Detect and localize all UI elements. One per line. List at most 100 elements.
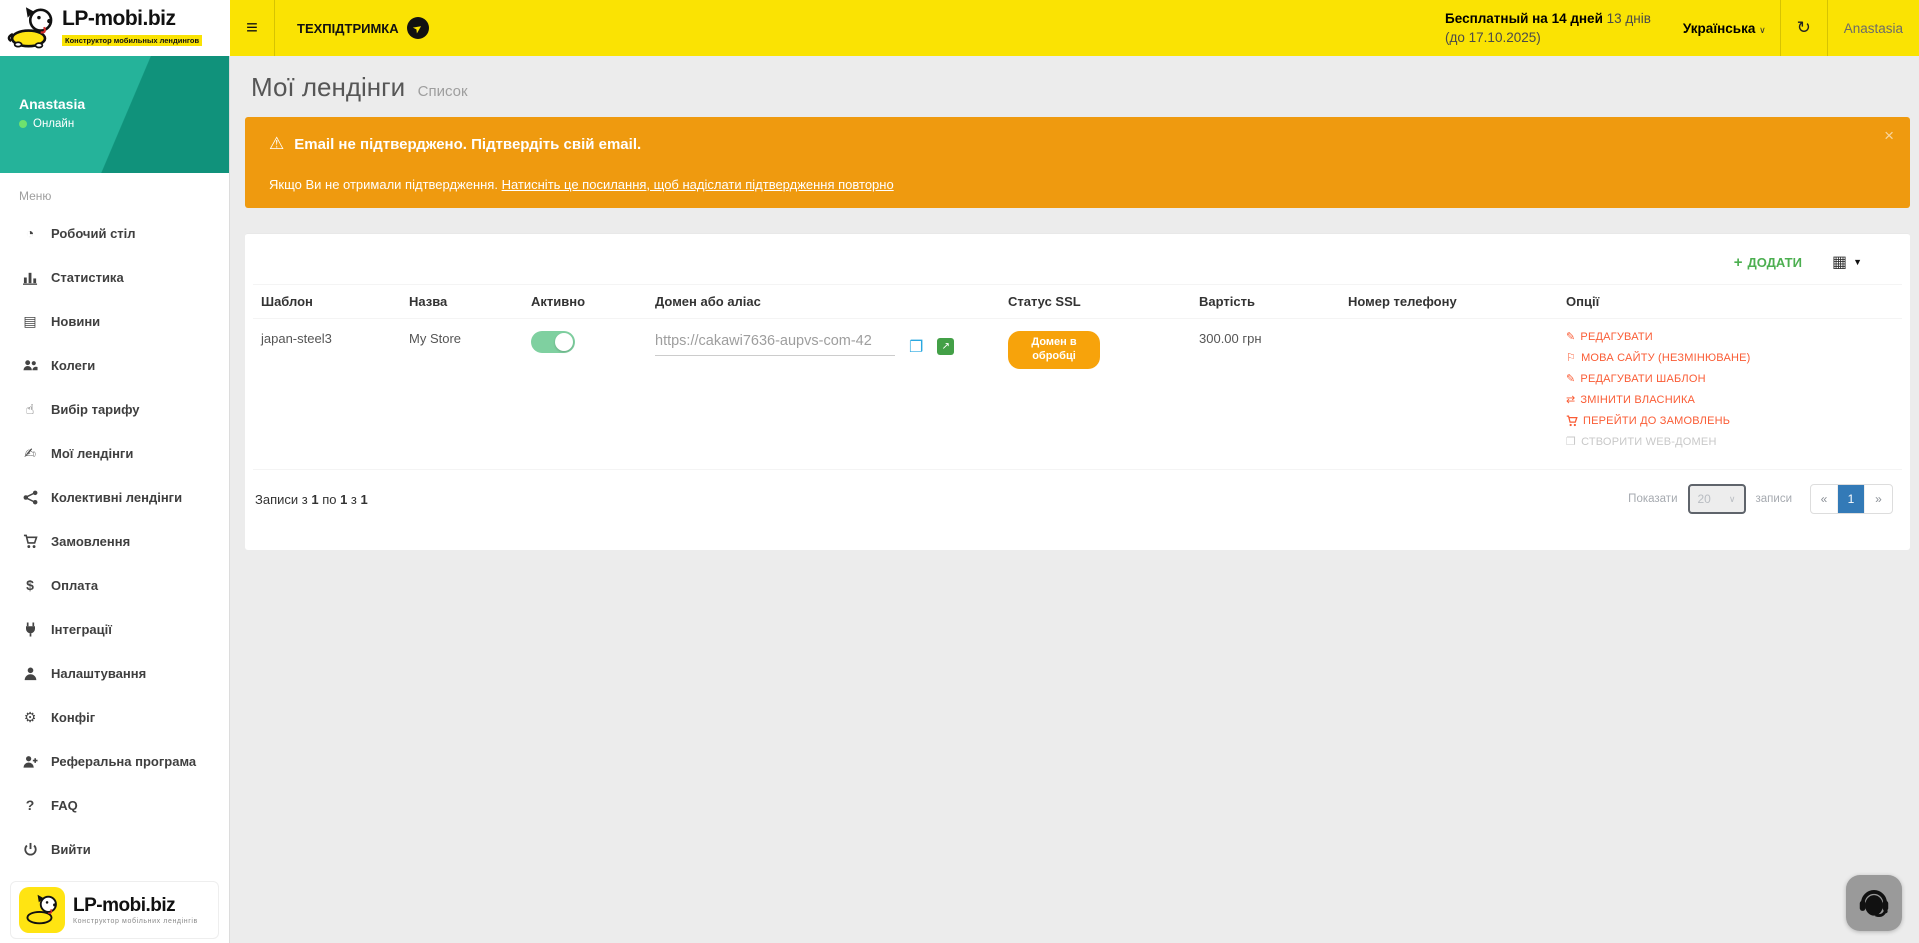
sidebar-username: Anastasia [19, 96, 229, 112]
pagination-prev-button[interactable]: « [1811, 485, 1838, 513]
resend-confirmation-link[interactable]: Натисніть це посилання, щоб надіслати пі… [502, 177, 894, 192]
language-selector[interactable]: Українська ∨ [1683, 21, 1766, 36]
sidebar-item-label: Оплата [51, 578, 98, 593]
banner-title: Email не підтверджено. Підтвердіть свій … [294, 136, 641, 153]
option-label: Мова сайту (незмінюване) [1581, 352, 1750, 364]
brand-subtitle: Конструктор мобильных лендингов [62, 35, 202, 46]
refresh-icon: ↻ [1797, 18, 1811, 38]
brand-logo[interactable]: LP-mobi.biz Конструктор мобильных лендин… [0, 0, 230, 56]
table-footer: Записи з 1 по 1 з 1 Показати 20 ∨ записи… [253, 470, 1902, 514]
add-landing-button[interactable]: + ДОДАТИ [1734, 254, 1802, 271]
sidebar-item-payment[interactable]: $Оплата [0, 563, 229, 607]
column-header: Статус SSL [1000, 285, 1191, 319]
refresh-button[interactable]: ↻ [1781, 0, 1827, 56]
page-subtitle: Список [418, 83, 468, 100]
domain-input[interactable] [655, 331, 895, 356]
cell-price: 300.00 грн [1191, 319, 1340, 470]
option-site-language-link[interactable]: ⚐Мова сайту (незмінюване) [1566, 352, 1894, 364]
option-edit-template-link[interactable]: ✎Редагувати шаблон [1566, 373, 1894, 385]
dog-mascot-icon [19, 887, 65, 933]
tech-support-link[interactable]: ТЕХПІДТРИМКА ➤ [275, 0, 451, 56]
column-header: Вартість [1191, 285, 1340, 319]
card-toolbar: + ДОДАТИ ▦ ▼ [253, 234, 1902, 284]
headset-icon [1855, 884, 1893, 922]
trial-plan: Бесплатный на 14 дней [1445, 11, 1603, 26]
main-content: Мої лендінги Список ⚠ Email не підтвердж… [230, 56, 1919, 943]
option-label: Створити WEB-домен [1581, 436, 1717, 448]
sidebar-footer-logo: LP-mobi.biz Конструктор мобільних лендін… [10, 881, 219, 939]
column-header: Шаблон [253, 285, 401, 319]
table-header-row: ШаблонНазваАктивноДомен або аліасСтатус … [253, 285, 1902, 319]
sidebar-item-label: Колективні лендінги [51, 490, 182, 505]
records-label: записи [1756, 493, 1793, 505]
language-label: Українська [1683, 21, 1755, 36]
trial-until: (до 17.10.2025) [1445, 28, 1651, 47]
column-header: Назва [401, 285, 523, 319]
footer-brand-title: LP-mobi.biz [73, 896, 198, 916]
topbar-yellow: ≡ ТЕХПІДТРИМКА ➤ Бесплатный на 14 дней 1… [230, 0, 1919, 56]
sidebar-item-label: Інтеграції [51, 622, 112, 637]
sidebar-item-label: Мої лендінги [51, 446, 133, 461]
show-label: Показати [1628, 493, 1677, 505]
sidebar-item-orders[interactable]: Замовлення [0, 519, 229, 563]
sidebar-item-faq[interactable]: ?FAQ [0, 783, 229, 827]
pager: Показати 20 ∨ записи « 1 » [1628, 484, 1893, 514]
option-create-web-domain-link: ❐Створити WEB-домен [1566, 436, 1894, 448]
brand-title: LP-mobi.biz [62, 8, 202, 30]
sidebar-item-dashboard[interactable]: ◔Робочий стіл [0, 211, 229, 255]
column-header: Номер телефону [1340, 285, 1558, 319]
sidebar-item-integrations[interactable]: Інтеграції [0, 607, 229, 651]
cell-ssl-status: Домен в обробці [1000, 319, 1191, 470]
sidebar-item-statistics[interactable]: Статистика [0, 255, 229, 299]
sidebar-item-label: Налаштування [51, 666, 146, 681]
tech-support-label: ТЕХПІДТРИМКА [297, 21, 399, 36]
toggle-knob [555, 333, 573, 351]
cart-icon [1566, 415, 1578, 427]
sidebar-item-news[interactable]: ▤Новини [0, 299, 229, 343]
page-size-value: 20 [1698, 492, 1711, 506]
option-change-owner-link[interactable]: ⇄Змінити власника [1566, 394, 1894, 406]
userplus-icon [19, 754, 41, 769]
sidebar-item-settings[interactable]: Налаштування [0, 651, 229, 695]
online-status-label: Онлайн [33, 118, 74, 130]
spacer [451, 0, 1445, 56]
sidebar: Anastasia Онлайн Меню ◔Робочий стілСтати… [0, 56, 230, 943]
support-chat-button[interactable] [1846, 875, 1902, 931]
caret-down-icon: ▼ [1853, 257, 1862, 267]
page-title: Мої лендінги [251, 72, 405, 102]
telegram-icon: ➤ [407, 17, 429, 39]
chevron-down-icon: ∨ [1729, 494, 1736, 505]
copy-icon[interactable]: ❐ [909, 337, 923, 357]
hamburger-menu-button[interactable]: ≡ [230, 0, 274, 56]
sidebar-item-config[interactable]: ⚙Конфіг [0, 695, 229, 739]
cart-icon [19, 534, 41, 549]
pagination-next-button[interactable]: » [1865, 485, 1892, 513]
sidebar-item-tariff[interactable]: ☝Вибір тарифу [0, 387, 229, 431]
option-go-to-orders-link[interactable]: Перейти до замовлень [1566, 415, 1894, 427]
stats-icon [19, 270, 41, 285]
close-icon[interactable]: × [1884, 127, 1894, 144]
page-size-select[interactable]: 20 ∨ [1688, 484, 1746, 514]
table-row: japan-steel3 My Store ❐ ↗ [253, 319, 1902, 470]
sidebar-item-label: Робочий стіл [51, 226, 136, 241]
cell-domain: ❐ ↗ [647, 319, 1000, 470]
sidebar-item-colleagues[interactable]: Колеги [0, 343, 229, 387]
sidebar-item-collective-landings[interactable]: Колективні лендінги [0, 475, 229, 519]
column-visibility-selector[interactable]: ▦ ▼ [1832, 252, 1862, 272]
option-label: Перейти до замовлень [1583, 415, 1730, 427]
column-header: Опції [1558, 285, 1902, 319]
plus-icon: + [1734, 254, 1743, 271]
sidebar-item-label: Реферальна програма [51, 754, 196, 769]
landings-table: ШаблонНазваАктивноДомен або аліасСтатус … [253, 284, 1902, 470]
sidebar-item-logout[interactable]: Вийти [0, 827, 229, 871]
sidebar-item-label: Статистика [51, 270, 124, 285]
sidebar-item-my-landings[interactable]: ✍Мої лендінги [0, 431, 229, 475]
share-icon [19, 490, 41, 505]
option-edit-link[interactable]: ✎Редагувати [1566, 331, 1894, 343]
open-link-icon[interactable]: ↗ [937, 338, 954, 355]
topbar-username[interactable]: Anastasia [1828, 0, 1919, 56]
trial-days-left: 13 днів [1607, 11, 1651, 26]
sidebar-item-referral[interactable]: Реферальна програма [0, 739, 229, 783]
pagination-page-1-button[interactable]: 1 [1838, 485, 1865, 513]
active-toggle[interactable] [531, 331, 575, 353]
